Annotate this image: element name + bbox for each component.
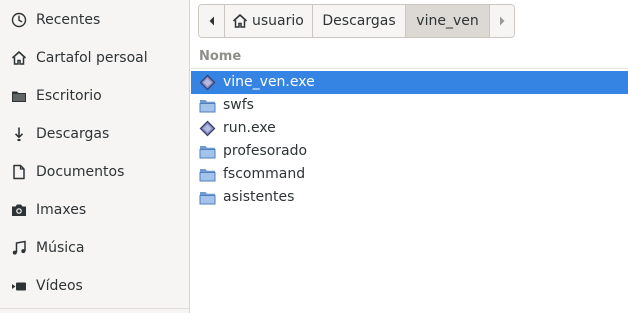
- home-icon: [232, 13, 248, 29]
- file-row[interactable]: swfs: [191, 94, 628, 117]
- document-icon: [11, 164, 27, 180]
- folder-icon: [199, 166, 216, 183]
- music-icon: [11, 240, 27, 256]
- file-name: profesorado: [223, 143, 308, 159]
- path-segment-label: vine_ven: [416, 13, 479, 29]
- file-row[interactable]: fscommand: [191, 163, 628, 186]
- folder-icon: [199, 143, 216, 160]
- sidebar-item-escritorio[interactable]: Escritorio: [0, 77, 190, 113]
- sidebar-item-videos[interactable]: Vídeos: [0, 267, 190, 303]
- sidebar-divider: [0, 308, 190, 309]
- clock-icon: [11, 12, 27, 28]
- file-name: swfs: [223, 97, 254, 113]
- file-row[interactable]: asistentes: [191, 186, 628, 209]
- path-bar: usuario Descargas vine_ven: [198, 4, 515, 38]
- sidebar-item-musica[interactable]: Música: [0, 229, 190, 265]
- path-segment-vine-ven[interactable]: vine_ven: [406, 5, 490, 37]
- column-header-label: Nome: [199, 49, 242, 64]
- sidebar-item-descargas[interactable]: Descargas: [0, 115, 190, 151]
- sidebar: Recentes Cartafol persoal Escritorio Des…: [0, 0, 190, 313]
- home-icon: [11, 50, 27, 66]
- file-name: asistentes: [223, 189, 295, 205]
- file-row[interactable]: vine_ven.exe: [191, 71, 628, 94]
- folder-icon: [199, 189, 216, 206]
- path-segment-descargas[interactable]: Descargas: [313, 5, 406, 37]
- file-row[interactable]: profesorado: [191, 140, 628, 163]
- sidebar-item-cartafol-persoal[interactable]: Cartafol persoal: [0, 39, 190, 75]
- file-row[interactable]: run.exe: [191, 117, 628, 140]
- path-segment-label: Descargas: [322, 13, 396, 29]
- sidebar-item-label: Escritorio: [36, 88, 102, 104]
- sidebar-item-label: Vídeos: [36, 278, 83, 294]
- path-segment-usuario[interactable]: usuario: [225, 5, 313, 37]
- sidebar-item-documentos[interactable]: Documentos: [0, 153, 190, 189]
- sidebar-item-label: Cartafol persoal: [36, 50, 148, 66]
- path-forward-button[interactable]: [490, 5, 514, 37]
- file-name: run.exe: [223, 120, 276, 136]
- file-name: fscommand: [223, 166, 306, 182]
- folder-icon: [11, 88, 27, 104]
- sidebar-item-label: Música: [36, 240, 85, 256]
- path-back-button[interactable]: [199, 5, 225, 37]
- sidebar-item-label: Descargas: [36, 126, 110, 142]
- folder-icon: [199, 97, 216, 114]
- download-icon: [11, 126, 27, 142]
- executable-icon: [199, 120, 216, 137]
- video-icon: [11, 278, 27, 294]
- sidebar-item-imaxes[interactable]: Imaxes: [0, 191, 190, 227]
- sidebar-item-label: Documentos: [36, 164, 125, 180]
- sidebar-item-label: Imaxes: [36, 202, 87, 218]
- executable-icon: [199, 74, 216, 91]
- column-header-name[interactable]: Nome: [191, 45, 628, 69]
- path-segment-label: usuario: [252, 13, 304, 29]
- file-name: vine_ven.exe: [223, 74, 315, 90]
- camera-icon: [11, 202, 27, 218]
- sidebar-item-recentes[interactable]: Recentes: [0, 1, 190, 37]
- sidebar-item-label: Recentes: [36, 12, 101, 28]
